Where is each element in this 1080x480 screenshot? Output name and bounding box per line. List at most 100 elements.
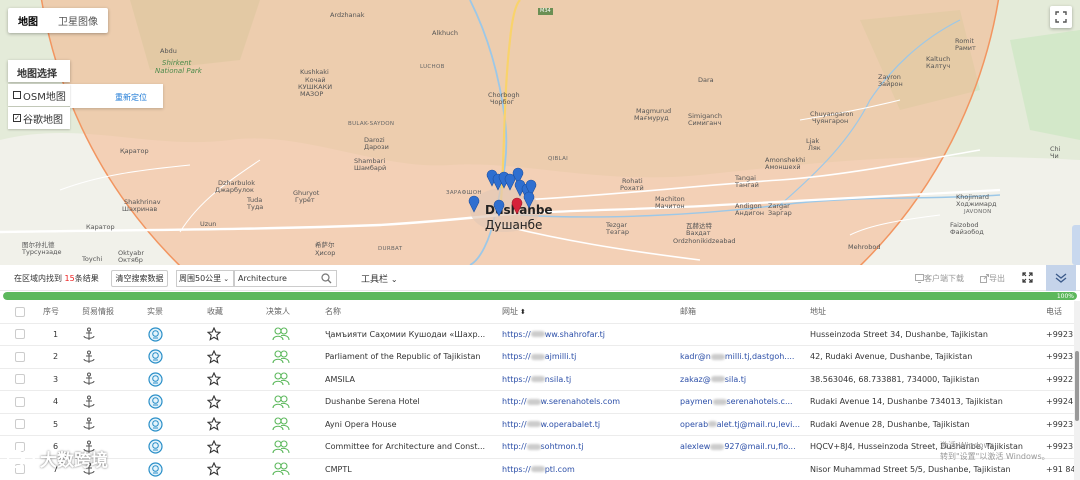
redacted-blur (526, 421, 541, 428)
export-button[interactable]: 导出 (980, 273, 1005, 284)
cell-website[interactable]: https:// ww.shahrofar.tj (502, 324, 605, 346)
email-part: 927@mail.ru,flo... (724, 442, 796, 452)
redacted-blur (530, 376, 545, 383)
email-part: kadr@n (680, 352, 711, 362)
map-marker[interactable] (504, 173, 516, 191)
website-part: http:// (502, 442, 527, 452)
table-row[interactable]: 6 Committee for Architecture and Const..… (0, 436, 1074, 459)
cell-website[interactable]: http:// w.serenahotels.com (502, 391, 620, 413)
search-icon[interactable] (321, 273, 332, 284)
cell-website[interactable]: https:// nsila.tj (502, 369, 571, 391)
cell-website[interactable]: https:// ptl.com (502, 459, 575, 480)
cell-website[interactable]: http:// sohtmon.tj (502, 436, 583, 458)
verify-badge-icon[interactable] (148, 369, 163, 391)
collapse-panel-button[interactable] (1046, 265, 1076, 291)
website-part: https:// (502, 329, 531, 339)
range-select[interactable]: 周围50公里 ⌄ (176, 270, 234, 287)
cell-email[interactable]: kadr@n milli.tj,dastgoh.... (680, 346, 794, 368)
map-marker[interactable] (493, 199, 505, 217)
map-marker[interactable] (468, 195, 480, 213)
star-icon[interactable] (207, 391, 221, 413)
star-icon[interactable] (207, 459, 221, 480)
brand-name: 大数跨境 (40, 451, 108, 471)
email-part: paymen (680, 397, 713, 407)
expand-icon[interactable] (1022, 272, 1033, 283)
map-fullscreen-button[interactable] (1050, 6, 1072, 28)
tab-map[interactable]: 地图 (8, 8, 48, 33)
table-row[interactable]: 5 Ayni Opera House http:// w.operabalet.t… (0, 414, 1074, 436)
map-marker-current[interactable] (511, 197, 523, 215)
cell-email[interactable]: operab alet.tj@mail.ru,levi... (680, 414, 800, 436)
table-row[interactable]: 3 AMSILA https://nsila.tj zakaz@ sila.tj … (0, 369, 1074, 391)
row-checkbox[interactable] (15, 419, 25, 430)
select-all-checkbox[interactable] (15, 306, 25, 317)
cell-email[interactable]: zakaz@ sila.tj (680, 369, 746, 391)
verify-badge-icon[interactable] (148, 324, 163, 346)
col-website[interactable]: 网址 ⬍ (502, 301, 526, 323)
website-part: https:// (502, 352, 531, 362)
clear-search-button[interactable]: 清空搜索数据 (111, 270, 168, 287)
table-row[interactable]: 1 Ҷамъияти Саҳомии Кушодаи «Шахр... http… (0, 324, 1074, 346)
relocate-link[interactable]: 重新定位 (115, 92, 147, 103)
decision-maker-icon[interactable] (272, 369, 290, 391)
map-option-osm[interactable]: OSM地图 (8, 84, 70, 106)
watermark-line: 激活 Windows (940, 441, 995, 450)
verify-badge-icon[interactable] (148, 459, 163, 480)
tab-satellite[interactable]: 卫星图像 (48, 8, 108, 33)
row-checkbox[interactable] (15, 329, 25, 340)
cell-email[interactable]: alexlew 927@mail.ru,flo... (680, 436, 796, 458)
osm-checkbox[interactable] (13, 91, 21, 99)
anchor-icon[interactable] (82, 414, 96, 436)
star-icon[interactable] (207, 324, 221, 346)
star-icon[interactable] (207, 414, 221, 436)
redacted-blur (712, 398, 727, 405)
table-row[interactable]: 4 Dushanbe Serena Hotel http:// w.serenah… (0, 391, 1074, 414)
website-part: ptl.com (544, 464, 575, 474)
verify-badge-icon[interactable] (148, 414, 163, 436)
website-part: https:// (502, 374, 531, 384)
map-option-label: OSM地图 (23, 91, 66, 103)
table-row[interactable]: 2 Parliament of the Republic of Tajikist… (0, 346, 1074, 369)
google-checkbox[interactable]: ✓ (13, 114, 21, 122)
website-part: sohtmon.tj (540, 442, 584, 452)
brand-logo: 大数跨境 (6, 446, 108, 471)
sort-icon[interactable]: ⬍ (520, 308, 526, 316)
table-scrollbar[interactable] (1074, 301, 1080, 480)
row-checkbox[interactable] (15, 351, 25, 362)
table-row[interactable]: 7 CMPTL https://ptl.com Nisor Muhammad S… (0, 459, 1074, 480)
decision-maker-icon[interactable] (272, 459, 290, 480)
double-chevron-icon (1055, 273, 1067, 283)
side-panel-tab[interactable] (1072, 225, 1080, 265)
row-checkbox[interactable] (15, 396, 25, 407)
decision-maker-icon[interactable] (272, 324, 290, 346)
keyword-input[interactable]: Architecture (234, 270, 337, 287)
decision-maker-icon[interactable] (272, 391, 290, 413)
toolbar-dropdown[interactable]: 工具栏 ⌄ (361, 272, 398, 285)
anchor-icon[interactable] (82, 391, 96, 413)
verify-badge-icon[interactable] (148, 346, 163, 368)
cell-website[interactable]: https:// ajmilli.tj (502, 346, 576, 368)
verify-badge-icon[interactable] (148, 436, 163, 458)
monitor-icon (915, 274, 924, 283)
map-option-google[interactable]: ✓ 谷歌地图 (8, 107, 70, 129)
anchor-icon[interactable] (82, 369, 96, 391)
decision-maker-icon[interactable] (272, 414, 290, 436)
scrollbar-thumb[interactable] (1075, 351, 1079, 421)
verify-badge-icon[interactable] (148, 391, 163, 413)
star-icon[interactable] (207, 369, 221, 391)
map-marker[interactable] (523, 191, 535, 209)
decision-maker-icon[interactable] (272, 436, 290, 458)
star-icon[interactable] (207, 436, 221, 458)
anchor-icon[interactable] (82, 324, 96, 346)
cell-email[interactable]: paymen serenahotels.c... (680, 391, 793, 413)
star-icon[interactable] (207, 346, 221, 368)
anchor-icon[interactable] (82, 346, 96, 368)
watermark-line: 转到"设置"以激活 Windows。 (940, 452, 1050, 461)
cell-website[interactable]: http:// w.operabalet.tj (502, 414, 600, 436)
redacted-blur (526, 443, 541, 450)
client-download-button[interactable]: 客户端下载 (915, 273, 964, 284)
cell-index: 3 (53, 374, 59, 384)
row-checkbox[interactable] (15, 374, 25, 385)
map-area[interactable]: Ardzhanak M34 Alkhuch Abdu Shirkent Nati… (0, 0, 1080, 265)
decision-maker-icon[interactable] (272, 346, 290, 368)
